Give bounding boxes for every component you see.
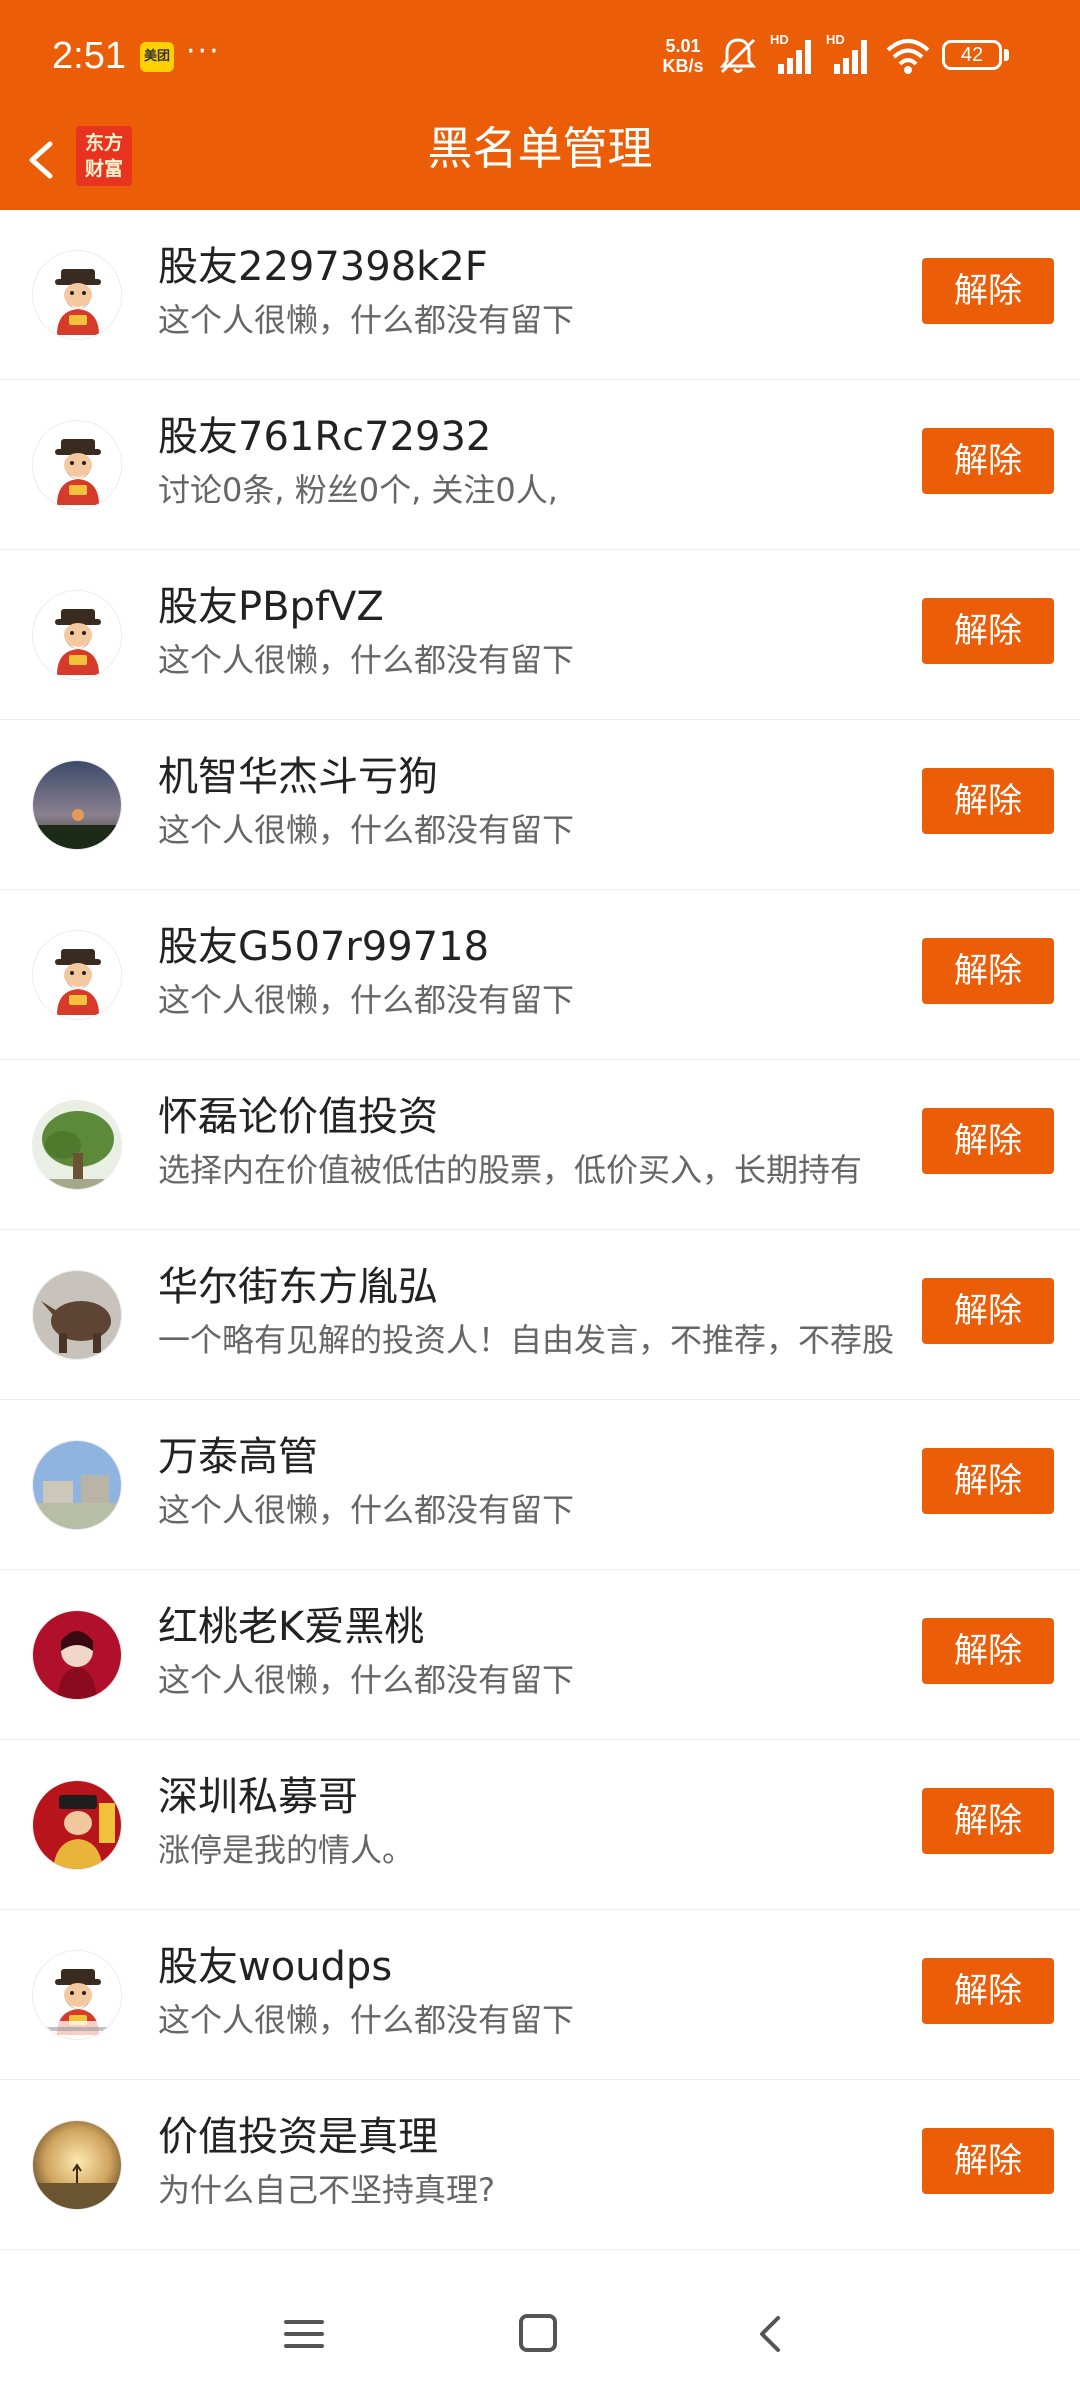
user-name[interactable]: 股友2297398k2F	[158, 240, 898, 294]
avatar-image	[33, 421, 121, 509]
unblock-button[interactable]: 解除	[922, 1618, 1054, 1684]
blacklist-row[interactable]: 华尔街东方胤弘一个略有见解的投资人！自由发言，不推荐，不荐股 解除	[0, 1230, 1080, 1400]
meituan-notification-icon: 美团	[140, 42, 174, 72]
user-bio: 选择内在价值被低估的股票，低价买入，长期持有	[158, 1151, 863, 1189]
blacklist-row[interactable]: 深圳私募哥涨停是我的情人。 解除	[0, 1740, 1080, 1910]
user-bio: 这个人很懒，什么都没有留下	[158, 641, 575, 679]
user-name[interactable]: 股友761Rc72932	[158, 410, 898, 464]
user-avatar[interactable]	[32, 760, 122, 850]
avatar-image	[33, 1781, 121, 1869]
user-name[interactable]: 股友G507r99718	[158, 920, 898, 974]
user-bio: 讨论0条, 粉丝0个, 关注0人,	[158, 471, 558, 509]
unblock-button[interactable]: 解除	[922, 1108, 1054, 1174]
status-bar: 2:51 美团 ··· 5.01 KB/s HD HD 42	[0, 0, 1080, 114]
unblock-button[interactable]: 解除	[922, 258, 1054, 324]
blacklist-row[interactable]: 股友G507r99718 这个人很懒，什么都没有留下 解除	[0, 890, 1080, 1060]
app-logo: 东方 财富	[76, 126, 132, 186]
wifi-icon	[886, 39, 930, 74]
status-time: 2:51	[52, 35, 126, 77]
user-name[interactable]: 机智华杰斗亏狗	[158, 750, 898, 804]
system-navigation-bar	[0, 2268, 1080, 2400]
avatar-image	[33, 1951, 121, 2039]
unblock-button[interactable]: 解除	[922, 1278, 1054, 1344]
back-icon[interactable]	[740, 2304, 800, 2364]
network-speed: 5.01 KB/s	[655, 36, 711, 76]
unblock-button[interactable]: 解除	[922, 1788, 1054, 1854]
avatar-image	[33, 591, 121, 679]
app-logo-line2: 财富	[84, 158, 123, 180]
avatar-image	[33, 2121, 121, 2209]
blacklist-row[interactable]: 股友PBpfVZ 这个人很懒，什么都没有留下 解除	[0, 550, 1080, 720]
user-avatar[interactable]	[32, 1610, 122, 1700]
user-bio: 一个略有见解的投资人！自由发言，不推荐，不荐股	[158, 1321, 895, 1359]
blacklist-row[interactable]: 股友woudps 这个人很懒，什么都没有留下 解除	[0, 1910, 1080, 2080]
avatar-image	[33, 1271, 121, 1359]
user-avatar[interactable]	[32, 420, 122, 510]
signal-icon	[834, 40, 867, 74]
unblock-button[interactable]: 解除	[922, 768, 1054, 834]
avatar-image	[33, 931, 121, 1019]
top-app-bar: 2:51 美团 ··· 5.01 KB/s HD HD 42 东方 财富 黑名单…	[0, 0, 1080, 210]
user-bio: 这个人很懒，什么都没有留下	[158, 981, 575, 1019]
user-name[interactable]: 万泰高管	[158, 1430, 898, 1484]
user-avatar[interactable]	[32, 1950, 122, 2040]
user-bio: 这个人很懒，什么都没有留下	[158, 1661, 575, 1699]
home-icon[interactable]	[508, 2304, 568, 2364]
user-avatar[interactable]	[32, 590, 122, 680]
app-logo-line1: 东方	[84, 132, 123, 154]
user-avatar[interactable]	[32, 1780, 122, 1870]
avatar-image	[33, 251, 121, 339]
user-avatar[interactable]	[32, 1270, 122, 1360]
mute-bell-icon	[719, 38, 757, 74]
navigation-bar: 东方 财富 黑名单管理	[0, 114, 1080, 210]
menu-icon[interactable]	[274, 2304, 334, 2364]
user-name[interactable]: 华尔街东方胤弘	[158, 1260, 898, 1314]
user-name[interactable]: 怀磊论价值投资	[158, 1090, 898, 1144]
user-avatar[interactable]	[32, 2120, 122, 2210]
unblock-button[interactable]: 解除	[922, 2128, 1054, 2194]
blacklist-row[interactable]: 机智华杰斗亏狗这个人很懒，什么都没有留下 解除	[0, 720, 1080, 890]
user-avatar[interactable]	[32, 1440, 122, 1530]
unblock-button[interactable]: 解除	[922, 1448, 1054, 1514]
more-notifications-icon: ···	[186, 34, 221, 69]
avatar-image	[33, 761, 121, 849]
user-name[interactable]: 红桃老K爱黑桃	[158, 1600, 898, 1654]
page-title: 黑名单管理	[427, 122, 653, 175]
battery-icon: 42	[942, 40, 1002, 70]
user-name[interactable]: 股友woudps	[158, 1940, 898, 1994]
user-bio: 这个人很懒，什么都没有留下	[158, 301, 575, 339]
user-bio: 这个人很懒，什么都没有留下	[158, 811, 575, 849]
unblock-button[interactable]: 解除	[922, 428, 1054, 494]
signal-icon	[778, 40, 811, 74]
user-bio: 这个人很懒，什么都没有留下	[158, 2001, 575, 2039]
chevron-left-icon[interactable]	[14, 128, 74, 192]
user-bio: 这个人很懒，什么都没有留下	[158, 1491, 575, 1529]
blacklist-row[interactable]: 红桃老K爱黑桃这个人很懒，什么都没有留下 解除	[0, 1570, 1080, 1740]
battery-tip	[1004, 49, 1009, 61]
user-bio: 涨停是我的情人。	[158, 1831, 415, 1869]
unblock-button[interactable]: 解除	[922, 1958, 1054, 2024]
blacklist-row[interactable]: 万泰高管这个人很懒，什么都没有留下 解除	[0, 1400, 1080, 1570]
user-avatar[interactable]	[32, 250, 122, 340]
blacklist-row[interactable]: 怀磊论价值投资选择内在价值被低估的股票，低价买入，长期持有 解除	[0, 1060, 1080, 1230]
network-speed-unit: KB/s	[662, 56, 704, 76]
blacklist: 股友2297398k2F 这个人很懒，什么都没有留下 解除 股友761Rc72932…	[0, 210, 1080, 2250]
blacklist-row[interactable]: 股友2297398k2F 这个人很懒，什么都没有留下 解除	[0, 210, 1080, 380]
avatar-image	[33, 1441, 121, 1529]
user-name[interactable]: 股友PBpfVZ	[158, 580, 898, 634]
blacklist-row[interactable]: 股友761Rc72932 讨论0条, 粉丝0个, 关注0人, 解除	[0, 380, 1080, 550]
unblock-button[interactable]: 解除	[922, 938, 1054, 1004]
user-name[interactable]: 深圳私募哥	[158, 1770, 898, 1824]
blacklist-row[interactable]: 价值投资是真理为什么自己不坚持真理? 解除	[0, 2080, 1080, 2250]
network-speed-value: 5.01	[665, 36, 701, 56]
unblock-button[interactable]: 解除	[922, 598, 1054, 664]
user-name[interactable]: 价值投资是真理	[158, 2110, 898, 2164]
user-avatar[interactable]	[32, 1100, 122, 1190]
avatar-image	[33, 1611, 121, 1699]
avatar-image	[33, 1101, 121, 1189]
user-bio: 为什么自己不坚持真理?	[158, 2171, 495, 2209]
user-avatar[interactable]	[32, 930, 122, 1020]
